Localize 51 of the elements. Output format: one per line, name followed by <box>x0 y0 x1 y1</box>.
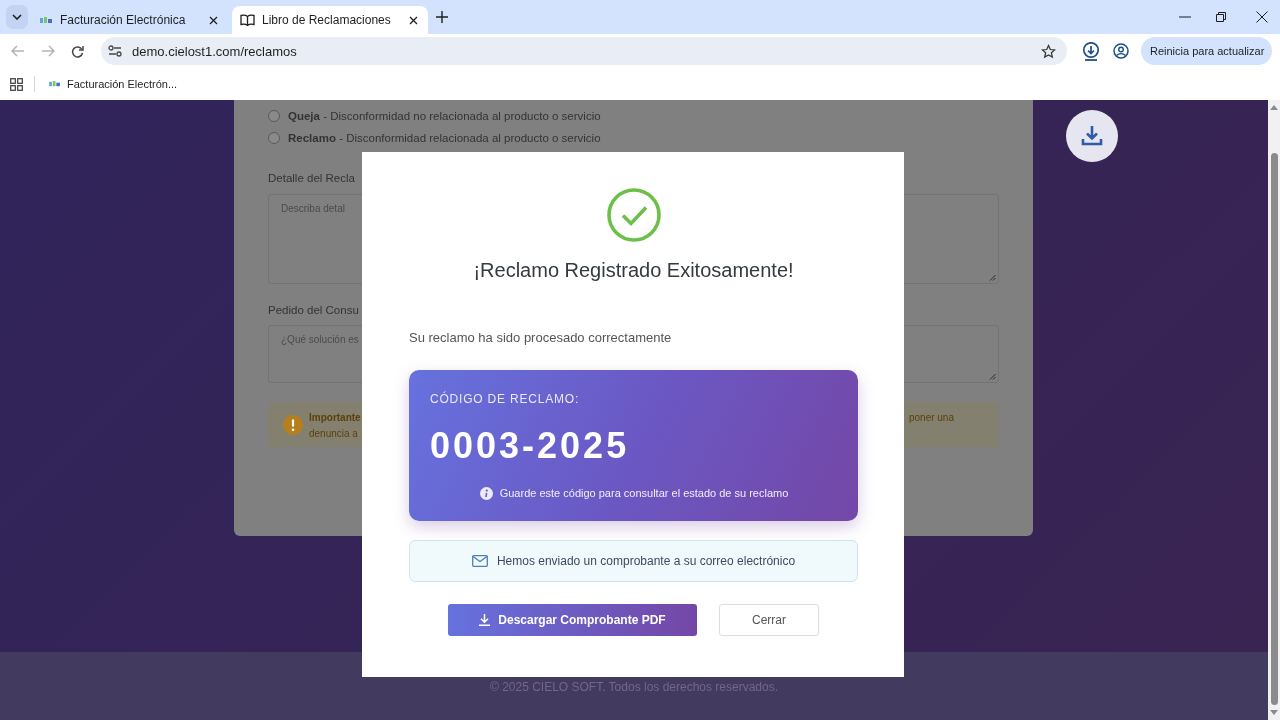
browser-tab[interactable]: Facturación Electrónica <box>32 6 228 34</box>
scroll-down-icon[interactable] <box>1270 710 1278 715</box>
close-icon[interactable] <box>209 15 218 25</box>
download-pdf-button[interactable]: Descargar Comprobante PDF <box>448 604 697 636</box>
star-icon[interactable] <box>1041 43 1056 59</box>
chevron-down-icon <box>12 14 22 20</box>
close-icon[interactable] <box>409 15 418 25</box>
apps-grid-icon[interactable] <box>10 77 23 91</box>
site-logo-icon <box>40 15 53 25</box>
close-button[interactable]: Cerrar <box>719 604 819 636</box>
info-icon <box>479 486 493 500</box>
scrollbar-thumb[interactable] <box>1270 153 1278 705</box>
email-notice-text: Hemos enviado un comprobante a su correo electrónico <box>496 554 796 568</box>
resize-grip-icon <box>989 373 996 380</box>
download-icon <box>1080 124 1104 148</box>
reload-icon[interactable] <box>71 44 84 58</box>
dialog-title: ¡Reclamo Registrado Exitosamente! <box>473 258 794 283</box>
check-circle-icon <box>606 188 661 242</box>
bookmark-item[interactable]: Facturación Electrón... <box>49 78 178 90</box>
tab-list-button[interactable] <box>6 5 28 29</box>
resize-grip-icon <box>989 274 996 281</box>
field-label: Pedido del Consu <box>268 303 359 318</box>
scrollbar[interactable] <box>1268 100 1280 720</box>
field-label: Detalle del Recla <box>268 171 355 186</box>
scroll-up-icon[interactable] <box>1270 105 1278 110</box>
plus-icon[interactable] <box>436 11 448 23</box>
code-hint: Guarde este código para consultar el estado de su reclamo <box>499 486 789 501</box>
notice-text: denuncia a <box>309 427 358 441</box>
address-bar[interactable]: demo.cielost1.com/reclamos <box>101 37 1067 65</box>
dialog-message: Su reclamo ha sido procesado correctamente <box>409 329 673 347</box>
close-icon[interactable] <box>1256 11 1268 23</box>
download-button[interactable] <box>1066 110 1118 162</box>
download-icon <box>479 614 491 626</box>
radio-label: Reclamo - Disconformidad relacionada al producto o servicio <box>288 132 601 144</box>
radio-button[interactable] <box>268 110 280 122</box>
update-button[interactable]: Reinicia para actualizar <box>1141 37 1272 65</box>
warning-icon <box>283 415 303 435</box>
code-label: CÓDIGO DE RECLAMO: <box>430 391 580 407</box>
download-icon[interactable] <box>1082 41 1100 61</box>
radio-label: Queja - Disconformidad no relacionada al producto o servicio <box>288 110 601 122</box>
book-icon <box>240 14 255 26</box>
notice-text: poner una <box>908 411 954 425</box>
radio-button[interactable] <box>268 132 280 144</box>
claim-code: 0003-2025 <box>430 425 630 467</box>
site-logo-icon <box>49 80 61 88</box>
browser-tab[interactable]: Libro de Reclamaciones <box>232 6 428 34</box>
envelope-icon <box>471 555 488 567</box>
restore-icon[interactable] <box>1216 12 1226 22</box>
profile-icon[interactable] <box>1113 43 1129 59</box>
notice-text: Importante <box>309 411 361 425</box>
tune-icon[interactable] <box>108 45 122 57</box>
